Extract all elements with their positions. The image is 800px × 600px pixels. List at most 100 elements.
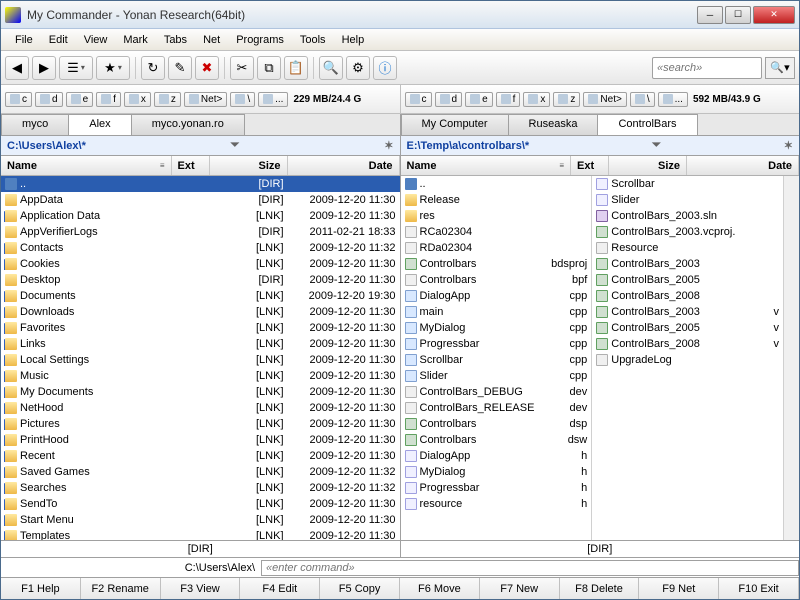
file-row[interactable]: Slidercpp: [401, 368, 592, 384]
file-row[interactable]: Slider: [592, 192, 783, 208]
edit-button[interactable]: ✎: [168, 56, 192, 80]
forward-button[interactable]: ▶: [32, 56, 56, 80]
find-button[interactable]: 🔍: [319, 56, 343, 80]
fkey-f3[interactable]: F3 View: [161, 578, 241, 599]
fkey-f8[interactable]: F8 Delete: [560, 578, 640, 599]
favorites-button[interactable]: ★: [96, 56, 130, 80]
fkey-f5[interactable]: F5 Copy: [320, 578, 400, 599]
file-row[interactable]: SendTo[LNK]2009-12-20 11:30: [1, 496, 400, 512]
file-row[interactable]: Controlbarsbpf: [401, 272, 592, 288]
tab-controlbars[interactable]: ControlBars: [597, 114, 697, 135]
close-button[interactable]: ✕: [753, 6, 795, 24]
view-button[interactable]: ☰: [59, 56, 93, 80]
file-row[interactable]: Scrollbarcpp: [401, 352, 592, 368]
file-row[interactable]: DialogApph: [401, 448, 592, 464]
file-row[interactable]: ControlBars_2003.vcproj.7.1: [592, 224, 783, 240]
scrollbar[interactable]: [783, 176, 799, 540]
fkey-f2[interactable]: F2 Rename: [81, 578, 161, 599]
col-date[interactable]: Date: [369, 160, 393, 172]
col-ext[interactable]: Ext: [178, 160, 195, 172]
drive-x[interactable]: x: [523, 92, 550, 107]
gear-icon[interactable]: ✶: [784, 139, 793, 152]
settings-button[interactable]: ⚙: [346, 56, 370, 80]
left-column-header[interactable]: Name≡ Ext Size Date: [1, 156, 400, 176]
file-row[interactable]: NetHood[LNK]2009-12-20 11:30: [1, 400, 400, 416]
menu-programs[interactable]: Programs: [228, 32, 292, 48]
fkey-f9[interactable]: F9 Net: [639, 578, 719, 599]
menu-help[interactable]: Help: [334, 32, 373, 48]
tab-myco[interactable]: myco: [1, 114, 69, 135]
file-row[interactable]: ControlBars_2003v: [592, 304, 783, 320]
file-row[interactable]: ..[DIR]: [1, 176, 400, 192]
fkey-f6[interactable]: F6 Move: [400, 578, 480, 599]
file-row[interactable]: ControlBars_2003: [592, 256, 783, 272]
drive-d[interactable]: d: [435, 92, 463, 107]
file-row[interactable]: Controlbarsbdsproj: [401, 256, 592, 272]
search-go-button[interactable]: 🔍▾: [765, 57, 795, 79]
drive-Net>[interactable]: Net>: [184, 92, 227, 107]
col-name[interactable]: Name: [7, 160, 37, 172]
menu-tools[interactable]: Tools: [292, 32, 334, 48]
file-row[interactable]: Templates[LNK]2009-12-20 11:30: [1, 528, 400, 540]
file-row[interactable]: Scrollbar: [592, 176, 783, 192]
file-row[interactable]: Desktop[DIR]2009-12-20 11:30: [1, 272, 400, 288]
file-row[interactable]: ControlBars_2005v: [592, 320, 783, 336]
file-row[interactable]: res: [401, 208, 592, 224]
fkey-f1[interactable]: F1 Help: [1, 578, 81, 599]
file-row[interactable]: ..: [401, 176, 592, 192]
file-row[interactable]: AppVerifierLogs[DIR]2011-02-21 18:33: [1, 224, 400, 240]
file-row[interactable]: maincpp: [401, 304, 592, 320]
file-row[interactable]: Downloads[LNK]2009-12-20 11:30: [1, 304, 400, 320]
file-row[interactable]: Documents[LNK]2009-12-20 19:30: [1, 288, 400, 304]
col-size[interactable]: Size: [658, 160, 680, 172]
drive-Net>[interactable]: Net>: [583, 92, 626, 107]
drive-z[interactable]: z: [154, 92, 181, 107]
drive-x[interactable]: x: [124, 92, 151, 107]
drive-c[interactable]: c: [5, 92, 32, 107]
menu-tabs[interactable]: Tabs: [156, 32, 195, 48]
file-row[interactable]: AppData[DIR]2009-12-20 11:30: [1, 192, 400, 208]
reload-button[interactable]: ↻: [141, 56, 165, 80]
back-button[interactable]: ◀: [5, 56, 29, 80]
file-row[interactable]: Searches[LNK]2009-12-20 11:32: [1, 480, 400, 496]
right-column-header[interactable]: Name≡ Ext Size Date: [401, 156, 800, 176]
gear-icon[interactable]: ✶: [384, 139, 393, 152]
copy-button[interactable]: ⧉: [257, 56, 281, 80]
tab-my-computer[interactable]: My Computer: [401, 114, 509, 135]
file-row[interactable]: resourceh: [401, 496, 592, 512]
file-row[interactable]: RCa02304: [401, 224, 592, 240]
menu-edit[interactable]: Edit: [41, 32, 76, 48]
tab-myco-yonan-ro[interactable]: myco.yonan.ro: [131, 114, 245, 135]
file-row[interactable]: ControlBars_2003.sln: [592, 208, 783, 224]
fkey-f4[interactable]: F4 Edit: [240, 578, 320, 599]
file-row[interactable]: ControlBars_2008v: [592, 336, 783, 352]
file-row[interactable]: ControlBars_DEBUGdev: [401, 384, 592, 400]
minimize-button[interactable]: ─: [697, 6, 723, 24]
search-input[interactable]: [652, 57, 762, 79]
drive-\[interactable]: \: [230, 92, 255, 107]
file-row[interactable]: DialogAppcpp: [401, 288, 592, 304]
col-date[interactable]: Date: [768, 160, 792, 172]
drive-...[interactable]: ...: [658, 92, 688, 107]
file-row[interactable]: Start Menu[LNK]2009-12-20 11:30: [1, 512, 400, 528]
file-row[interactable]: Music[LNK]2009-12-20 11:30: [1, 368, 400, 384]
fkey-f10[interactable]: F10 Exit: [719, 578, 799, 599]
file-row[interactable]: Release: [401, 192, 592, 208]
file-row[interactable]: ControlBars_2005: [592, 272, 783, 288]
file-row[interactable]: Saved Games[LNK]2009-12-20 11:32: [1, 464, 400, 480]
right-file-list-1[interactable]: ..ReleaseresRCa02304RDa02304Controlbarsb…: [401, 176, 592, 512]
file-row[interactable]: Recent[LNK]2009-12-20 11:30: [1, 448, 400, 464]
file-row[interactable]: Contacts[LNK]2009-12-20 11:32: [1, 240, 400, 256]
col-size[interactable]: Size: [258, 160, 280, 172]
file-row[interactable]: MyDialogcpp: [401, 320, 592, 336]
file-row[interactable]: UpgradeLog: [592, 352, 783, 368]
menu-view[interactable]: View: [76, 32, 116, 48]
menu-mark[interactable]: Mark: [115, 32, 155, 48]
file-row[interactable]: Favorites[LNK]2009-12-20 11:30: [1, 320, 400, 336]
command-input[interactable]: [261, 560, 799, 576]
file-row[interactable]: Local Settings[LNK]2009-12-20 11:30: [1, 352, 400, 368]
titlebar[interactable]: My Commander - Yonan Research(64bit) ─ ☐…: [1, 1, 799, 29]
help-button[interactable]: ⓘ: [373, 56, 397, 80]
delete-button[interactable]: ✖: [195, 56, 219, 80]
drive-e[interactable]: e: [66, 92, 94, 107]
